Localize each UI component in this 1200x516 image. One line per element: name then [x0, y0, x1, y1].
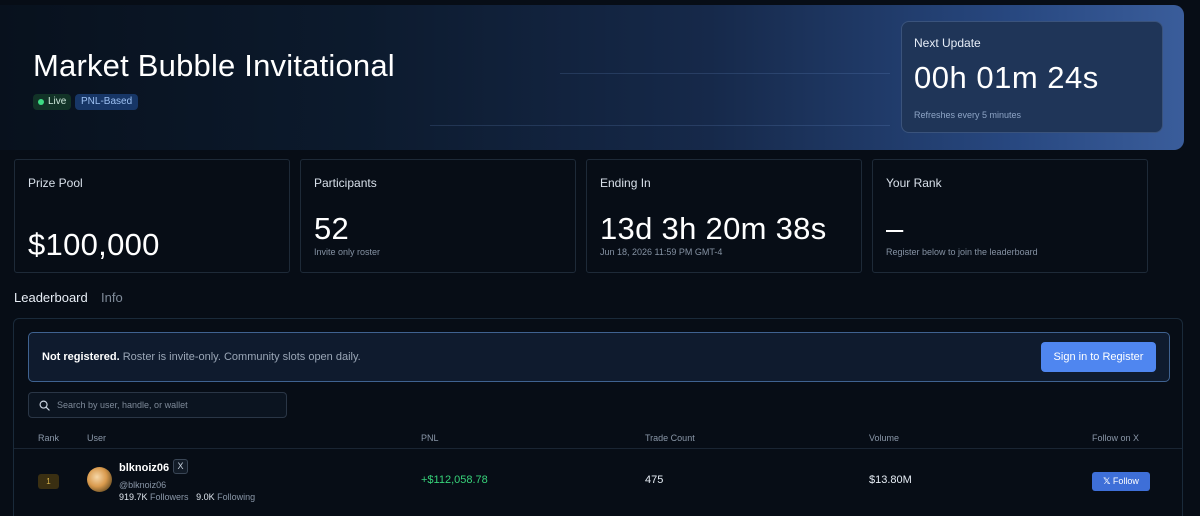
ending-in-card: Ending In 13d 3h 20m 38s Jun 18, 2026 11… [586, 159, 862, 273]
registration-status: Not registered. [42, 351, 120, 363]
column-header-trade-count: Trade Count [645, 433, 695, 443]
your-rank-subtext: Register below to join the leaderboard [886, 247, 1038, 257]
search-box[interactable] [28, 392, 287, 418]
follow-on-x-button[interactable]: 𝕏 Follow [1092, 472, 1150, 491]
column-header-user: User [87, 433, 107, 443]
follow-stats: 919.7K Followers 9.0K Following [119, 492, 255, 502]
followers-count: 919.7K [119, 492, 148, 502]
stat-label: Prize Pool [28, 176, 83, 190]
next-update-label: Next Update [914, 36, 981, 50]
rank-badge: 1 [38, 474, 59, 489]
stat-label: Ending In [600, 176, 651, 190]
live-badge-label: Live [48, 96, 67, 107]
stat-label: Your Rank [886, 176, 942, 190]
live-badge: Live [33, 94, 72, 110]
trade-count-value: 475 [645, 474, 664, 486]
page-title: Market Bubble Invitational [33, 48, 395, 83]
decorative-line [430, 125, 890, 126]
next-update-subtext: Refreshes every 5 minutes [914, 110, 1022, 120]
ending-date: Jun 18, 2026 11:59 PM GMT-4 [600, 247, 723, 257]
pnl-based-badge: PNL-Based [75, 94, 139, 110]
following-count: 9.0K [196, 492, 215, 502]
live-dot-icon [38, 99, 44, 105]
x-logo-icon: 𝕏 [1103, 476, 1111, 486]
participants-value: 52 [314, 211, 350, 246]
prize-pool-value: $100,000 [28, 227, 160, 262]
next-update-card: Next Update 00h 01m 24s Refreshes every … [901, 21, 1163, 133]
search-icon [39, 400, 50, 411]
following-label: Following [217, 492, 256, 502]
tab-info[interactable]: Info [101, 290, 123, 305]
participants-card: Participants 52 Invite only roster [300, 159, 576, 273]
tab-leaderboard[interactable]: Leaderboard [14, 290, 88, 305]
user-handle: @blknoiz06 [119, 480, 167, 490]
prize-pool-card: Prize Pool $100,000 [14, 159, 290, 273]
pnl-value: +$112,058.78 [421, 474, 488, 486]
your-rank-value: – [886, 211, 904, 246]
followers-label: Followers [150, 492, 189, 502]
registration-banner: Not registered. Roster is invite-only. C… [28, 332, 1170, 382]
leaderboard-panel: Not registered. Roster is invite-only. C… [13, 318, 1183, 516]
registration-details: Roster is invite-only. Community slots o… [119, 351, 361, 363]
column-header-volume: Volume [869, 433, 900, 443]
search-input[interactable] [57, 393, 282, 417]
your-rank-card: Your Rank – Register below to join the l… [872, 159, 1148, 273]
participants-subtext: Invite only roster [314, 247, 381, 257]
user-name[interactable]: blknoiz06 [119, 462, 169, 474]
decorative-line [560, 73, 890, 74]
avatar[interactable] [87, 467, 112, 492]
table-row[interactable]: 1 blknoiz06 X @blknoiz06 919.7K Follower… [14, 449, 1182, 509]
follow-label: Follow [1112, 476, 1139, 486]
next-update-countdown: 00h 01m 24s [914, 60, 1099, 95]
column-header-rank: Rank [38, 433, 60, 443]
stat-label: Participants [314, 176, 377, 190]
hero-banner: Market Bubble Invitational Live PNL-Base… [0, 5, 1184, 150]
registration-message: Not registered. Roster is invite-only. C… [42, 351, 361, 363]
column-header-pnl: PNL [421, 433, 439, 443]
sign-in-register-button[interactable]: Sign in to Register [1041, 342, 1156, 372]
column-header-follow: Follow on X [1092, 433, 1140, 443]
ending-in-countdown: 13d 3h 20m 38s [600, 211, 827, 246]
volume-value: $13.80M [869, 474, 912, 486]
x-logo-icon[interactable]: X [173, 459, 188, 474]
